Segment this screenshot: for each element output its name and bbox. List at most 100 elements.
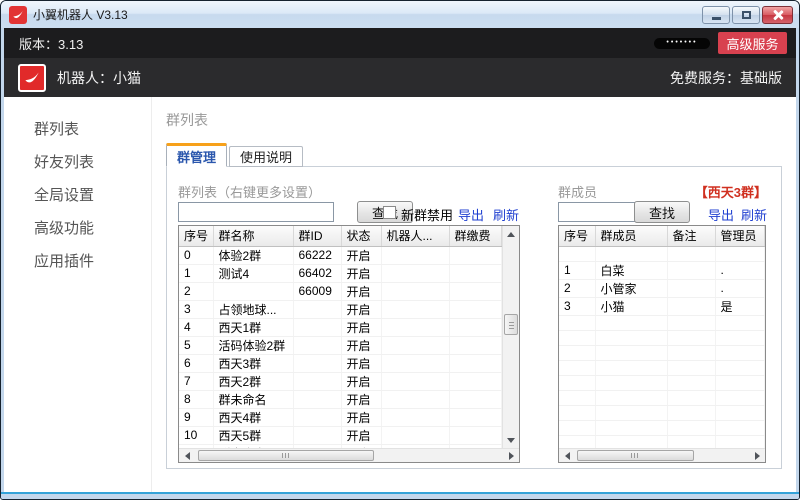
table-row[interactable] xyxy=(559,390,765,405)
table-cell xyxy=(715,330,765,345)
table-cell xyxy=(449,318,502,336)
table-cell: 开启 xyxy=(341,318,381,336)
table-cell xyxy=(595,405,667,420)
new-group-disable-checkbox[interactable] xyxy=(383,206,396,219)
table-row[interactable] xyxy=(559,375,765,390)
hscroll-thumb[interactable] xyxy=(577,450,694,461)
table-cell xyxy=(449,300,502,318)
table-cell: 2 xyxy=(559,279,595,297)
scroll-right-button[interactable] xyxy=(749,449,765,462)
close-button[interactable] xyxy=(762,6,793,24)
table-row[interactable]: 0体验2群66222开启 xyxy=(179,246,502,264)
window-bottom-frame xyxy=(1,492,799,499)
hscroll-thumb[interactable] xyxy=(198,450,374,461)
table-cell xyxy=(293,336,341,354)
column-header: 序号 xyxy=(559,226,595,246)
table-cell xyxy=(449,246,502,264)
member-table-grid: 序号群成员备注管理员 1白菜.2小管家.3小猫是 xyxy=(559,226,765,448)
table-row[interactable] xyxy=(559,405,765,420)
table-cell xyxy=(449,372,502,390)
table-row[interactable]: 6西天3群开启 xyxy=(179,354,502,372)
sidebar-item-friend-list[interactable]: 好友列表 xyxy=(4,146,151,179)
member-table: 序号群成员备注管理员 1白菜.2小管家.3小猫是 xyxy=(558,225,766,463)
sidebar-item-global-settings[interactable]: 全局设置 xyxy=(4,179,151,212)
table-row[interactable]: 8群未命名开启 xyxy=(179,390,502,408)
table-cell: 活码体验2群 xyxy=(213,336,293,354)
table-cell xyxy=(381,300,449,318)
table-row[interactable] xyxy=(559,315,765,330)
table-row[interactable] xyxy=(559,435,765,448)
table-cell xyxy=(559,405,595,420)
thumb-grip xyxy=(282,453,291,458)
table-cell: 西天5群 xyxy=(213,426,293,444)
table-cell: 西天2群 xyxy=(213,372,293,390)
table-cell xyxy=(449,408,502,426)
table-row[interactable]: 10西天5群开启 xyxy=(179,426,502,444)
table-header-row: 序号群成员备注管理员 xyxy=(559,226,765,246)
table-row[interactable]: 7西天2群开启 xyxy=(179,372,502,390)
table-row[interactable]: 3占领地球...开启 xyxy=(179,300,502,318)
group-table-hscrollbar[interactable] xyxy=(179,448,519,462)
table-cell xyxy=(381,390,449,408)
column-header: 备注 xyxy=(667,226,715,246)
table-cell: 体验2群 xyxy=(213,246,293,264)
table-row[interactable] xyxy=(559,330,765,345)
table-row[interactable]: 9西天4群开启 xyxy=(179,408,502,426)
sidebar-item-group-list[interactable]: 群列表 xyxy=(4,113,151,146)
table-row[interactable] xyxy=(559,345,765,360)
column-header: 机器人... xyxy=(381,226,449,246)
vscroll-thumb[interactable] xyxy=(504,314,518,335)
group-export-link[interactable]: 导出 xyxy=(458,205,484,224)
table-row[interactable]: 1白菜. xyxy=(559,261,765,279)
scroll-left-button[interactable] xyxy=(559,449,575,462)
column-header: 群ID xyxy=(293,226,341,246)
app-window: 小翼机器人 V3.13 版本：3.13 ••••••• 高级服务 机器人：小猫 … xyxy=(0,0,800,500)
sidebar-item-plugins[interactable]: 应用插件 xyxy=(4,245,151,278)
group-table-vscrollbar[interactable] xyxy=(502,226,519,448)
column-header: 管理员 xyxy=(715,226,765,246)
table-cell: 66222 xyxy=(293,246,341,264)
table-row[interactable]: 1测试466402开启 xyxy=(179,264,502,282)
sidebar-item-advanced[interactable]: 高级功能 xyxy=(4,212,151,245)
scroll-right-button[interactable] xyxy=(503,449,519,462)
table-cell: 是 xyxy=(715,297,765,315)
table-row[interactable]: 4西天1群开启 xyxy=(179,318,502,336)
table-cell: 6 xyxy=(179,354,213,372)
table-cell xyxy=(381,246,449,264)
scroll-down-button[interactable] xyxy=(503,432,519,448)
table-row[interactable] xyxy=(559,420,765,435)
group-refresh-link[interactable]: 刷新 xyxy=(493,205,519,224)
table-row[interactable] xyxy=(559,360,765,375)
table-header-row: 序号群名称群ID状态机器人...群缴费 xyxy=(179,226,502,246)
tab-group-management[interactable]: 群管理 xyxy=(166,143,227,167)
minimize-button[interactable] xyxy=(702,6,730,24)
table-row[interactable]: 2小管家. xyxy=(559,279,765,297)
arrow-down-icon xyxy=(507,438,515,443)
group-search-input[interactable] xyxy=(178,202,334,222)
tab-usage-instructions[interactable]: 使用说明 xyxy=(229,146,303,167)
service-tier-label: 免费服务：基础版 xyxy=(670,68,782,88)
member-export-link[interactable]: 导出 xyxy=(708,205,734,224)
table-cell: 开启 xyxy=(341,372,381,390)
member-table-hscrollbar[interactable] xyxy=(559,448,765,462)
table-cell xyxy=(595,315,667,330)
table-row[interactable] xyxy=(559,246,765,261)
table-cell: 8 xyxy=(179,390,213,408)
member-find-button[interactable]: 查找 xyxy=(634,201,690,223)
table-cell xyxy=(595,375,667,390)
table-cell xyxy=(293,300,341,318)
table-cell: 开启 xyxy=(341,336,381,354)
member-refresh-link[interactable]: 刷新 xyxy=(741,205,767,224)
table-cell: 西天3群 xyxy=(213,354,293,372)
scroll-left-button[interactable] xyxy=(179,449,195,462)
table-row[interactable]: 3小猫是 xyxy=(559,297,765,315)
premium-service-button[interactable]: 高级服务 xyxy=(718,32,787,54)
scroll-up-button[interactable] xyxy=(503,226,519,242)
table-cell xyxy=(715,435,765,448)
maximize-button[interactable] xyxy=(732,6,760,24)
table-row[interactable]: 266009开启 xyxy=(179,282,502,300)
table-cell xyxy=(667,405,715,420)
table-cell: 开启 xyxy=(341,282,381,300)
table-cell xyxy=(667,375,715,390)
table-row[interactable]: 5活码体验2群开启 xyxy=(179,336,502,354)
